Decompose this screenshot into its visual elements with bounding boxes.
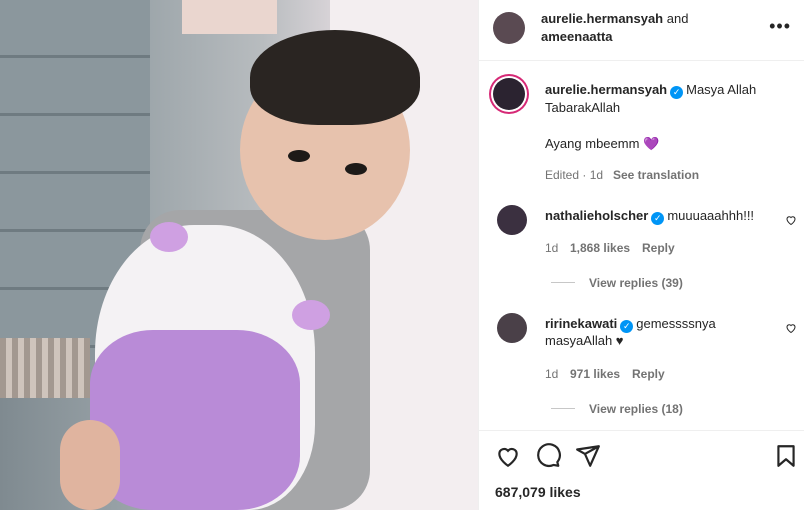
photo-toy-ear-right xyxy=(292,300,330,330)
photo-plush-toy-body xyxy=(90,330,300,510)
comment-text: muuuaaahhh!!! xyxy=(667,208,755,223)
more-options-icon[interactable]: ••• xyxy=(769,16,791,37)
share-send-icon[interactable] xyxy=(575,443,601,469)
caption-username[interactable]: aurelie.hermansyah xyxy=(545,82,667,97)
comment-username[interactable]: ririnekawati xyxy=(545,316,617,331)
view-replies-button[interactable]: View replies (18) xyxy=(589,401,683,418)
caption-meta: Edited · 1d xyxy=(545,168,604,182)
view-replies-line xyxy=(551,282,575,283)
photo-toy-ear-left xyxy=(150,222,188,252)
caption-text-1: Masya Allah xyxy=(686,82,757,97)
likes-count[interactable]: 687,079 likes xyxy=(495,484,581,501)
header-authors: aurelie.hermansyah and xyxy=(541,10,688,27)
post-header: aurelie.hermansyah and ameenaatta ••• xyxy=(479,0,804,61)
post-actions-bar: 687,079 likes xyxy=(479,430,804,511)
header-second-username[interactable]: ameenaatta xyxy=(541,28,613,45)
comment-time: 1d xyxy=(545,367,559,381)
caption-line1: aurelie.hermansyah ✓ Masya Allah xyxy=(545,81,756,99)
post-side-panel: aurelie.hermansyah and ameenaatta ••• au… xyxy=(478,0,804,510)
view-replies-line xyxy=(551,408,575,409)
caption-avatar[interactable] xyxy=(493,78,525,110)
caption-line3: Ayang mbeemm 💜 xyxy=(545,135,659,152)
photo-baby-eye-right xyxy=(345,163,367,175)
comment-reply-button[interactable]: Reply xyxy=(642,240,675,257)
post-photo[interactable] xyxy=(0,0,478,510)
verified-badge-icon: ✓ xyxy=(651,212,665,225)
comment-like-icon[interactable] xyxy=(785,214,797,226)
comment-like-icon[interactable] xyxy=(785,322,797,334)
comment-avatar[interactable] xyxy=(497,313,527,343)
photo-baby-hand xyxy=(60,420,120,510)
view-replies-button[interactable]: View replies (39) xyxy=(589,275,683,292)
save-bookmark-icon[interactable] xyxy=(773,443,799,469)
caption-text-2: TabarakAllah xyxy=(545,100,621,115)
header-joiner: and xyxy=(666,11,689,26)
see-translation-button[interactable]: See translation xyxy=(613,167,699,184)
photo-floor-tiles xyxy=(0,338,90,398)
comment-text-2: masyaAllah ♥ xyxy=(545,333,624,348)
comment-line: ririnekawati ✓ gemessssnya xyxy=(545,315,716,333)
header-username[interactable]: aurelie.hermansyah xyxy=(541,11,663,26)
photo-window xyxy=(182,0,277,34)
purple-heart-emoji: 💜 xyxy=(643,136,660,151)
caption-text-3: Ayang mbeemm xyxy=(545,136,640,151)
comment-line: nathalieholscher ✓ muuuaaahhh!!! xyxy=(545,207,754,225)
comment-bubble-icon[interactable] xyxy=(535,443,561,469)
comment-likes[interactable]: 971 likes xyxy=(570,366,620,383)
comment-likes[interactable]: 1,868 likes xyxy=(570,240,630,257)
comment-avatar[interactable] xyxy=(497,205,527,235)
header-avatar[interactable] xyxy=(493,12,525,44)
instagram-post: aurelie.hermansyah and ameenaatta ••• au… xyxy=(0,0,804,510)
like-heart-icon[interactable] xyxy=(495,443,521,469)
verified-badge-icon: ✓ xyxy=(670,86,684,99)
comment-reply-button[interactable]: Reply xyxy=(632,366,665,383)
photo-baby-hair xyxy=(250,30,420,125)
comment-username[interactable]: nathalieholscher xyxy=(545,208,648,223)
comment-time: 1d xyxy=(545,241,559,255)
comment-text: gemessssnya xyxy=(636,316,716,331)
photo-baby-eye-left xyxy=(288,150,310,162)
